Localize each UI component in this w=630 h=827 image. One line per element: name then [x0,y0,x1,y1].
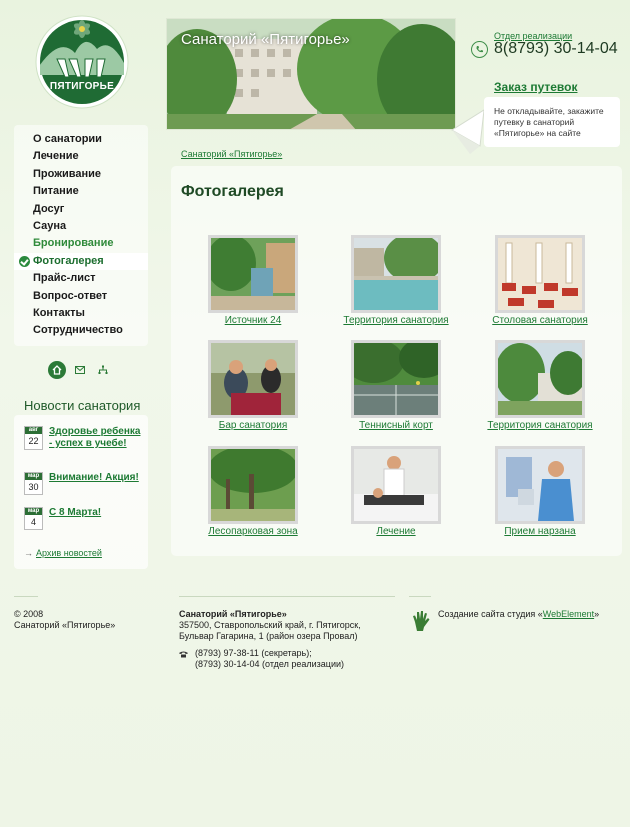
studio-credit: Создание сайта студия «WebElement» [438,609,599,619]
logo-text: ПЯТИГОРЬЕ [49,81,115,92]
gallery-thumbnail[interactable] [351,340,441,418]
gallery-item[interactable]: Теннисный корт [321,340,471,431]
gallery-item[interactable]: Источник 24 [178,235,328,326]
menu-item-about[interactable]: О санатории [14,131,148,148]
footer-phones: (8793) 97-38-11 (секретарь); (8793) 30-1… [195,648,344,670]
news-title: Новости санатория [24,398,141,413]
page-title: Фотогалерея [181,183,284,200]
menu-item-gallery[interactable]: Фотогалерея [14,252,148,271]
copyright-name: Санаторий «Пятигорье» [14,620,116,630]
menu-item-leisure[interactable]: Досуг [14,201,148,218]
news-link[interactable]: С 8 Марта! [49,507,141,530]
gallery-caption[interactable]: Теннисный корт [321,420,471,431]
footer-divider [179,596,395,597]
sitemap-icon[interactable] [94,361,112,379]
page-curl [450,108,488,156]
gallery-caption[interactable]: Бар санатория [178,420,328,431]
studio-logo-icon [411,610,431,632]
gallery-thumbnail[interactable] [495,446,585,524]
gallery-item[interactable]: Лесопарковая зона [178,446,328,537]
arrow-right-icon: → [24,548,33,558]
phone-line: (8793) 97-38-11 (секретарь); [195,648,312,658]
calendar-icon: мар 4 [24,507,43,530]
news-archive-link[interactable]: Архив новостей [36,548,102,558]
news-month: мар [25,473,42,480]
order-trips-link[interactable]: Заказ путевок [494,80,578,94]
menu-item-price-list[interactable]: Прайс-лист [14,270,148,287]
news-box: авг 22 Здоровье ребенка - успех в учебе!… [14,415,148,569]
address-line: 357500, Ставропольский край, г. Пятигорс… [179,620,361,630]
news-link[interactable]: Здоровье ребенка - успех в учебе! [49,426,141,450]
calendar-icon: мар 30 [24,472,43,495]
gallery-item[interactable]: Лечение [321,446,471,537]
gallery-thumbnail[interactable] [495,340,585,418]
gallery-caption[interactable]: Лесопарковая зона [178,526,328,537]
footer-address: Санаторий «Пятигорье» 357500, Ставрополь… [179,609,361,642]
breadcrumb[interactable]: Санаторий «Пятигорье» [181,149,282,159]
news-month: мар [25,508,42,515]
footer-copyright: © 2008 Санаторий «Пятигорье» [14,609,115,631]
phone-icon [471,41,488,58]
news-item: мар 4 С 8 Марта! [24,507,141,530]
gallery-thumbnail[interactable] [208,446,298,524]
menu-item-gallery-label: Фотогалерея [33,254,104,267]
copyright-year: © 2008 [14,609,44,619]
menu-item-accommodation[interactable]: Проживание [14,166,148,183]
phone-number: 8(8793) 30-14-04 [494,40,618,57]
news-month: авг [25,427,42,434]
gallery-caption[interactable]: Источник 24 [178,315,328,326]
studio-suffix: » [594,609,600,619]
menu-item-cooperation[interactable]: Сотрудничество [14,322,148,339]
site-logo[interactable]: ПЯТИГОРЬЕ [35,15,129,109]
news-day: 4 [30,517,36,527]
header-title: Санаторий «Пятигорье» [181,31,350,48]
footer-divider [409,596,431,597]
gallery-thumbnail[interactable] [351,235,441,313]
gallery-item[interactable]: Прием нарзана [465,446,615,537]
gallery-thumbnail[interactable] [208,235,298,313]
gallery-item[interactable]: Территория санатория [465,340,615,431]
mail-icon[interactable] [71,361,89,379]
news-link[interactable]: Внимание! Акция! [49,472,141,495]
gallery-item[interactable]: Бар санатория [178,340,328,431]
home-icon[interactable] [48,361,66,379]
address-line: Бульвар Гагарина, 1 (район озера Провал) [179,631,358,641]
menu-item-food[interactable]: Питание [14,183,148,200]
studio-link[interactable]: WebElement [543,609,594,619]
menu-item-sauna[interactable]: Сауна [14,218,148,235]
gallery-thumbnail[interactable] [495,235,585,313]
gallery-thumbnail[interactable] [351,446,441,524]
utility-icons [48,361,112,379]
gallery-caption[interactable]: Территория санатория [321,315,471,326]
menu-item-treatment[interactable]: Лечение [14,148,148,165]
gallery-item[interactable]: Территория санатория [321,235,471,326]
news-item: мар 30 Внимание! Акция! [24,472,141,495]
gallery-thumbnail[interactable] [208,340,298,418]
check-icon [19,255,30,267]
gallery-caption[interactable]: Территория санатория [465,420,615,431]
studio-prefix: Создание сайта студия « [438,609,543,619]
order-trips-text: Не откладывайте, закажите путевку в сана… [484,97,620,147]
footer-divider [14,596,38,597]
news-archive: → Архив новостей [24,548,102,558]
calendar-icon: авг 22 [24,426,43,450]
gallery-caption[interactable]: Прием нарзана [465,526,615,537]
gallery-caption[interactable]: Столовая санатория [465,315,615,326]
news-day: 30 [28,482,39,492]
menu-item-faq[interactable]: Вопрос-ответ [14,288,148,305]
telephone-icon [179,649,188,658]
gallery-caption[interactable]: Лечение [321,526,471,537]
news-day: 22 [28,436,39,446]
menu-item-booking[interactable]: Бронирование [14,235,148,252]
main-menu: О санатории Лечение Проживание Питание Д… [14,125,148,346]
org-name: Санаторий «Пятигорье» [179,609,287,619]
phone-line: (8793) 30-14-04 (отдел реализации) [195,659,345,669]
news-item: авг 22 Здоровье ребенка - успех в учебе! [24,426,141,450]
gallery-item[interactable]: Столовая санатория [465,235,615,326]
menu-item-contacts[interactable]: Контакты [14,305,148,322]
